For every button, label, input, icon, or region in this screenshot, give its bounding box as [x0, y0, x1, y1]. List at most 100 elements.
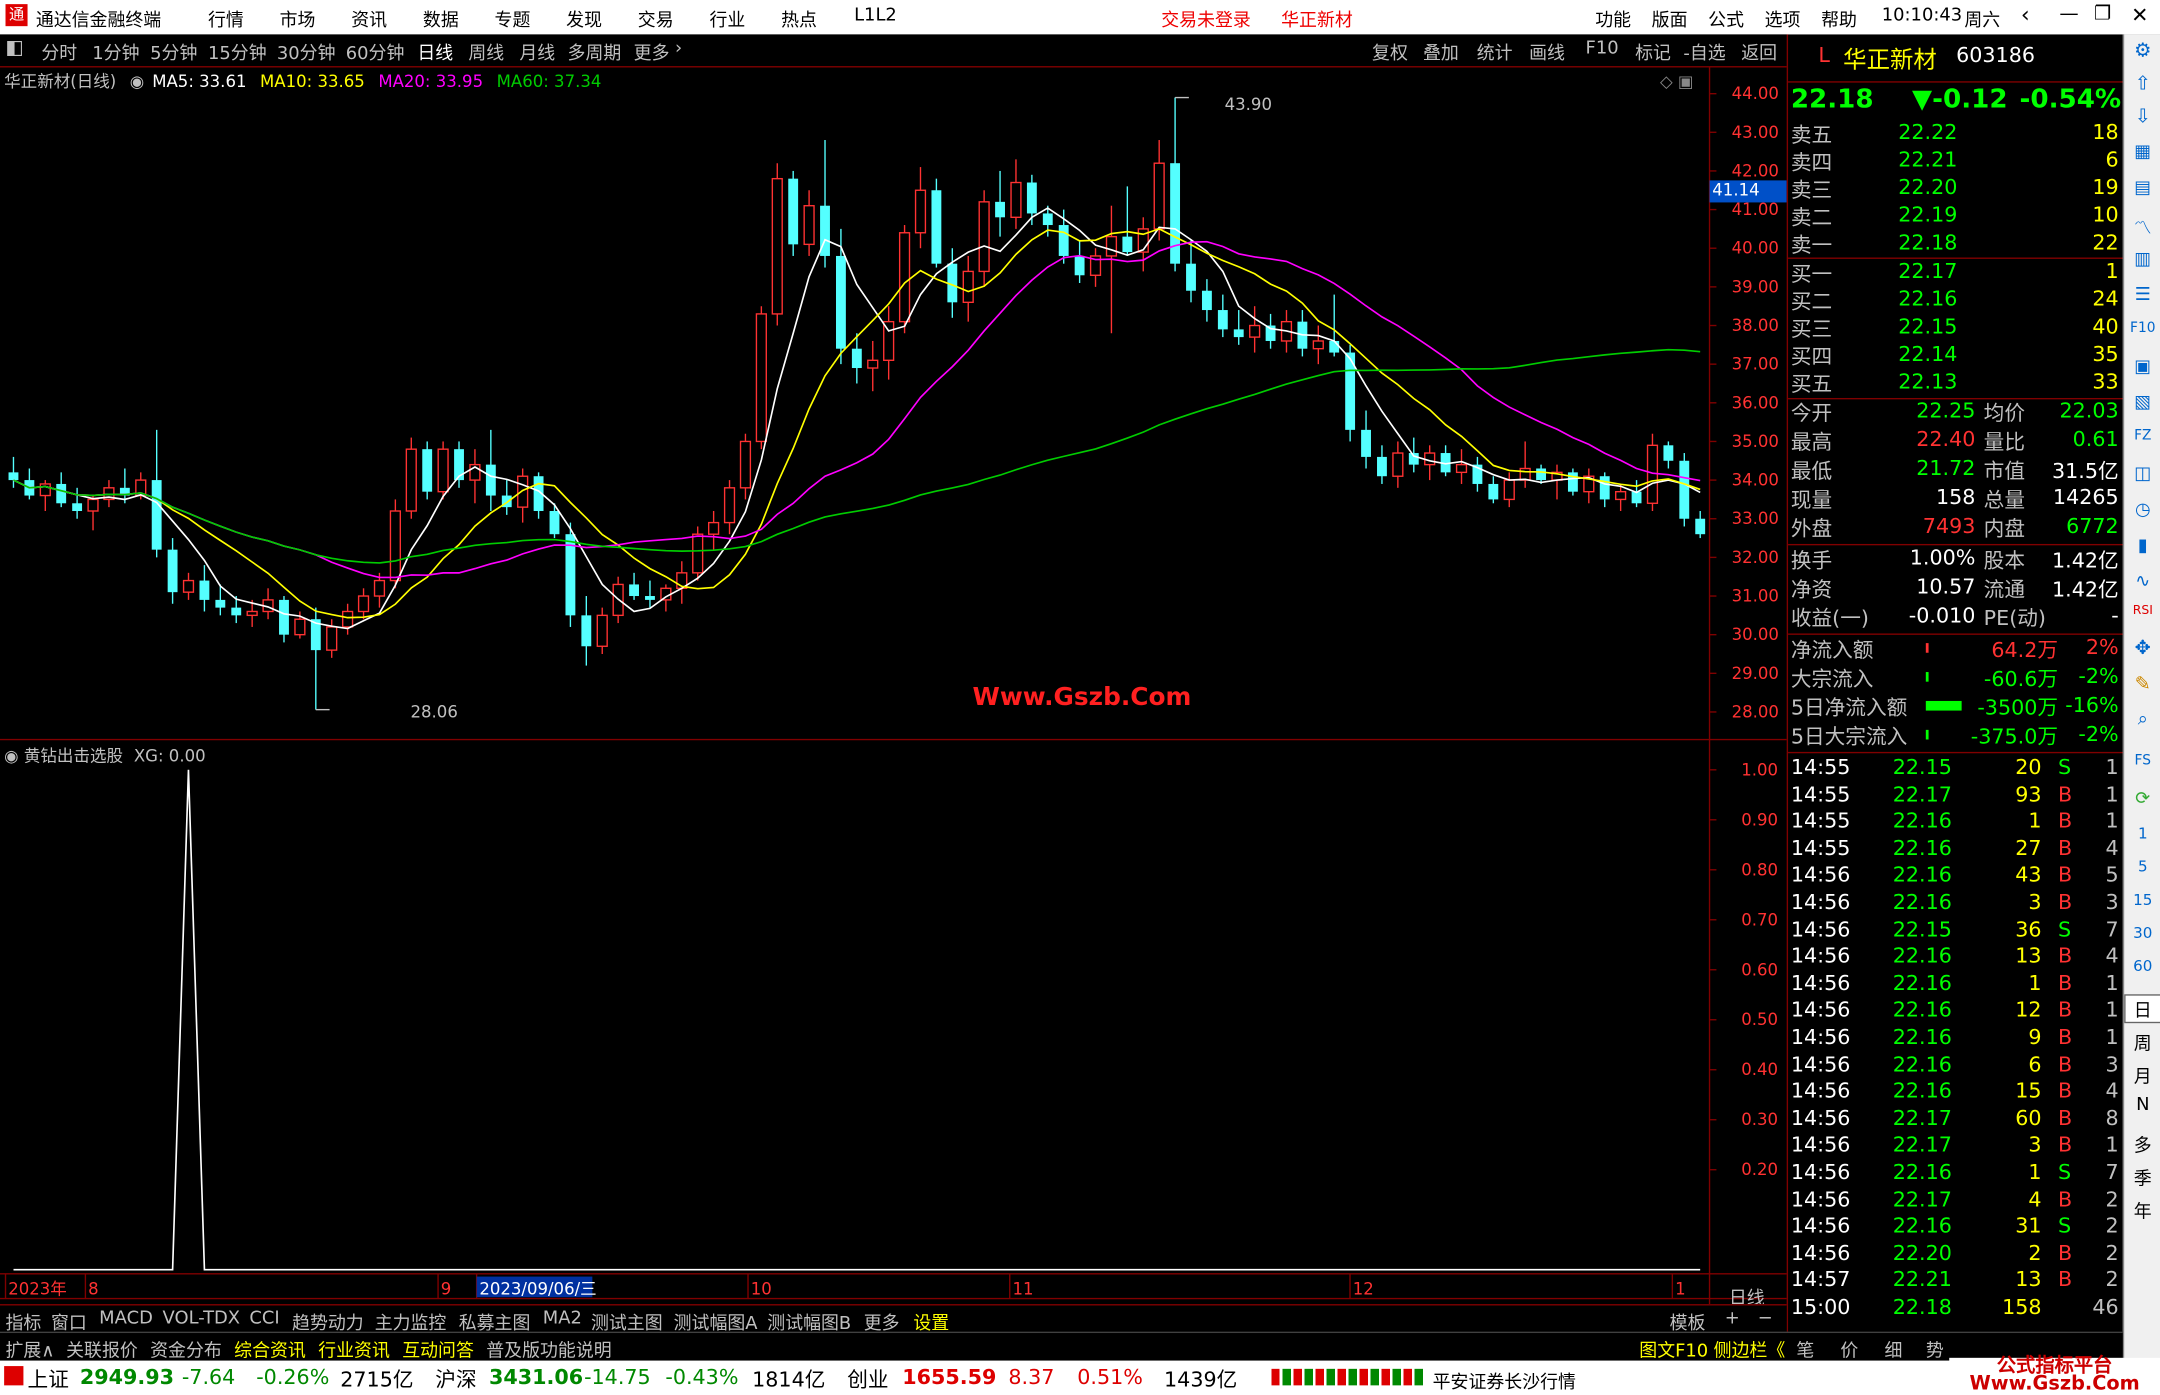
indicator-dropdown-icon[interactable]: ◉: [4, 746, 18, 765]
bid-row[interactable]: 买四 22.14 35: [1788, 342, 2124, 370]
tool-f10[interactable]: F10: [1586, 39, 1619, 60]
tab-simuzhutu[interactable]: 私募主图: [459, 1308, 531, 1335]
tab-zhulijiankong[interactable]: 主力监控: [375, 1308, 447, 1335]
period-15-btn[interactable]: 15: [2124, 891, 2160, 909]
ask-row[interactable]: 卖一 22.18 22: [1788, 230, 2124, 258]
tab-qushidongli[interactable]: 趋势动力: [292, 1308, 364, 1335]
tab-cebianlan[interactable]: 侧边栏《: [1714, 1336, 1786, 1362]
tab-ceshizhutu[interactable]: 测试主图: [591, 1308, 663, 1335]
tab-vol-tdx[interactable]: VOL-TDX: [163, 1308, 241, 1329]
menu-gongshi[interactable]: 公式: [1708, 6, 1744, 32]
hs-name[interactable]: 沪深: [435, 1365, 476, 1394]
menu-shuju[interactable]: 数据: [423, 6, 459, 32]
close-icon[interactable]: ✕: [2131, 3, 2148, 28]
chevron-right-icon[interactable]: ›: [675, 39, 682, 60]
bid-row[interactable]: 买一 22.17 1: [1788, 259, 2124, 287]
period-60-btn[interactable]: 60: [2124, 957, 2160, 975]
period-quarter-btn[interactable]: 季: [2124, 1164, 2160, 1190]
tab-hudongwenda[interactable]: 互动问答: [402, 1336, 474, 1362]
pen-icon[interactable]: ✎: [2124, 673, 2160, 695]
menu-hangqing[interactable]: 行情: [208, 6, 244, 32]
ask-row[interactable]: 卖五 22.22 18: [1788, 120, 2124, 148]
chart-options-icon[interactable]: ◇ ▣: [1660, 72, 1694, 91]
period-month-btn[interactable]: 月: [2124, 1062, 2160, 1088]
dropdown-icon[interactable]: ◉: [130, 72, 144, 91]
panel-toggle-icon[interactable]: ◧: [6, 37, 24, 59]
tab-tuwen-f10[interactable]: 图文F10: [1639, 1336, 1708, 1362]
minimize-icon[interactable]: —: [2059, 3, 2078, 25]
tab-gengduo[interactable]: 更多: [864, 1308, 900, 1335]
news-icon[interactable]: ▣: [2124, 357, 2160, 378]
template-button[interactable]: 模板: [1670, 1308, 1706, 1335]
tab-ceshifutu-b[interactable]: 测试幅图B: [767, 1308, 851, 1335]
list-icon[interactable]: ☰: [2124, 285, 2160, 306]
tool-diejia[interactable]: 叠加: [1423, 39, 1459, 65]
minus-button[interactable]: −: [1758, 1308, 1773, 1329]
stock-tab[interactable]: 华正新材: [1281, 6, 1353, 32]
doc-icon[interactable]: ▧: [2124, 392, 2160, 413]
down-arrow-icon[interactable]: ⇩: [2124, 106, 2160, 128]
bid-row[interactable]: 买二 22.16 24: [1788, 286, 2124, 314]
period-30min[interactable]: 30分钟: [277, 39, 336, 65]
tool-biaoji[interactable]: 标记: [1635, 39, 1671, 65]
period-multi[interactable]: 多周期: [568, 39, 622, 65]
compare-icon[interactable]: ◫: [2124, 464, 2160, 485]
menu-shichang[interactable]: 市场: [280, 6, 316, 32]
tab-zijinfenbu[interactable]: 资金分布: [150, 1336, 222, 1362]
period-daily[interactable]: 日线: [417, 39, 453, 65]
tool-tongji[interactable]: 统计: [1477, 39, 1513, 65]
tab-macd[interactable]: MACD: [99, 1308, 153, 1329]
fs-icon[interactable]: FS: [2124, 753, 2160, 768]
refresh-icon[interactable]: ⟳: [2124, 789, 2160, 810]
tab-jia[interactable]: 价: [1840, 1336, 1858, 1362]
up-arrow-icon[interactable]: ⇧: [2124, 73, 2160, 95]
menu-hangye[interactable]: 行业: [709, 6, 745, 32]
tool-huaxian[interactable]: 画线: [1529, 39, 1565, 65]
period-60min[interactable]: 60分钟: [346, 39, 405, 65]
tab-xi[interactable]: 细: [1884, 1336, 1902, 1362]
f10-icon[interactable]: F10: [2124, 321, 2160, 336]
tab-kuozhan[interactable]: 扩展∧: [6, 1336, 55, 1362]
wave-icon[interactable]: ∿: [2124, 571, 2160, 592]
line-chart-icon[interactable]: 〽: [2124, 213, 2160, 240]
menu-bangzhu[interactable]: 帮助: [1821, 6, 1857, 32]
crosshair-icon[interactable]: ✥: [2124, 638, 2160, 660]
ask-row[interactable]: 卖三 22.20 19: [1788, 175, 2124, 203]
login-status[interactable]: 交易未登录: [1161, 6, 1251, 32]
broker-name[interactable]: 平安证券长沙行情: [1433, 1367, 1576, 1394]
menu-zhuanti[interactable]: 专题: [495, 6, 531, 32]
tab-shi[interactable]: 势: [1926, 1336, 1944, 1362]
period-15min[interactable]: 15分钟: [208, 39, 267, 65]
chart-area[interactable]: 44.00 43.00 42.00 41.00 40.00 39.00 38.00 37.00…: [0, 67, 1787, 1305]
period-weekly[interactable]: 周线: [468, 39, 504, 65]
clock-icon[interactable]: ◷: [2124, 500, 2160, 521]
settings-icon[interactable]: ⚙: [2124, 40, 2160, 62]
bid-row[interactable]: 买三 22.15 40: [1788, 314, 2124, 342]
tab-ceshifutu-a[interactable]: 测试幅图A: [674, 1308, 758, 1335]
tab-chuangkou[interactable]: 窗口: [51, 1308, 87, 1335]
bars-icon[interactable]: ▮: [2124, 536, 2160, 557]
period-week-btn[interactable]: 周: [2124, 1029, 2160, 1055]
menu-xuanxiang[interactable]: 选项: [1765, 6, 1801, 32]
period-monthly[interactable]: 月线: [519, 39, 555, 65]
period-30-btn[interactable]: 30: [2124, 924, 2160, 942]
tool-fuquan[interactable]: 复权: [1372, 39, 1408, 65]
period-day-btn[interactable]: 日: [2124, 994, 2160, 1024]
tab-guanlianbaojia[interactable]: 关联报价: [66, 1336, 138, 1362]
tab-cci[interactable]: CCI: [249, 1308, 279, 1329]
menu-gongneng[interactable]: 功能: [1595, 6, 1631, 32]
tab-shezhi[interactable]: 设置: [913, 1308, 949, 1335]
tab-ma2[interactable]: MA2: [543, 1308, 582, 1329]
period-5-btn[interactable]: 5: [2124, 858, 2160, 876]
plus-button[interactable]: +: [1725, 1308, 1740, 1329]
menu-jiaoyi[interactable]: 交易: [638, 6, 674, 32]
menu-zixun[interactable]: 资讯: [351, 6, 387, 32]
candle-icon[interactable]: ▥: [2124, 249, 2160, 270]
rsi-icon[interactable]: RSI: [2124, 605, 2160, 619]
sh-name[interactable]: 上证: [28, 1365, 69, 1394]
grid-icon[interactable]: ▦: [2124, 142, 2160, 163]
menu-redian[interactable]: 热点: [781, 6, 817, 32]
period-1-btn[interactable]: 1: [2124, 825, 2160, 843]
tab-zonghezixun[interactable]: 综合资讯: [234, 1336, 306, 1362]
ask-row[interactable]: 卖二 22.19 10: [1788, 202, 2124, 230]
